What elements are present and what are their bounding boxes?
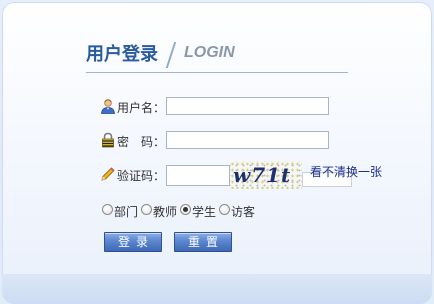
role-option-label: 部门	[114, 205, 139, 219]
role-option-label: 教师	[153, 205, 178, 219]
user-icon	[100, 98, 116, 114]
panel-footer-band	[2, 274, 432, 304]
reset-button[interactable]: 重置	[174, 232, 232, 252]
password-label: 密 码：	[117, 135, 166, 149]
title-underline	[86, 72, 348, 73]
pencil-icon	[100, 166, 116, 182]
captcha-image[interactable]: w71t	[230, 161, 302, 189]
radio-button[interactable]	[219, 204, 230, 215]
title-english: LOGIN	[184, 44, 235, 61]
role-option-label: 学生	[192, 205, 217, 219]
radio-button[interactable]	[102, 204, 113, 215]
refresh-captcha-link[interactable]: 看不清换一张	[310, 163, 382, 180]
title-chinese: 用户登录	[86, 44, 158, 65]
radio-button-checked[interactable]	[180, 204, 191, 215]
lock-icon	[100, 132, 116, 148]
username-input[interactable]	[166, 97, 329, 115]
captcha-input[interactable]	[166, 165, 230, 186]
captcha-label: 验证码：	[117, 169, 166, 183]
password-input[interactable]	[166, 131, 329, 149]
radio-button[interactable]	[141, 204, 152, 215]
role-option-label: 访客	[231, 205, 256, 219]
captcha-image-text: w71t	[233, 163, 292, 187]
login-button[interactable]: 登录	[104, 232, 162, 252]
username-label: 用户名：	[117, 101, 166, 115]
